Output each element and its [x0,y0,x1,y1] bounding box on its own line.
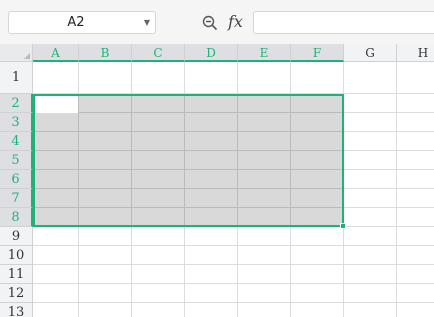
fill-handle[interactable] [340,223,346,229]
column-header-g[interactable]: G [344,44,397,62]
column-header-f[interactable]: F [291,44,344,62]
row-gridline [33,264,434,265]
row-header-2[interactable]: 2 [0,94,33,113]
selection-border [33,94,344,227]
row-header-3[interactable]: 3 [0,113,33,132]
row-header-11[interactable]: 11 [0,265,33,284]
name-box[interactable]: A2 ▼ [8,11,156,34]
column-header-h[interactable]: H [397,44,434,62]
column-header-a[interactable]: A [33,44,79,62]
select-all-icon[interactable] [24,53,30,59]
row-header-4[interactable]: 4 [0,132,33,151]
row-header-13[interactable]: 13 [0,303,33,317]
cell-area[interactable] [33,62,434,317]
formula-input[interactable] [253,11,434,34]
row-header-9[interactable]: 9 [0,227,33,246]
row-header-6[interactable]: 6 [0,170,33,189]
row-gridline [33,245,434,246]
name-box-value[interactable]: A2 [9,12,143,33]
column-header-c[interactable]: C [132,44,185,62]
row-header-7[interactable]: 7 [0,189,33,208]
row-gridline [33,302,434,303]
column-header-b[interactable]: B [79,44,132,62]
row-header-5[interactable]: 5 [0,151,33,170]
chevron-down-icon[interactable]: ▼ [141,12,153,33]
row-gridline [33,283,434,284]
select-all-corner[interactable] [0,44,33,62]
zoom-icon[interactable] [202,15,218,31]
fx-icon[interactable]: fx [228,11,248,33]
spreadsheet-grid: A B C D E F G H 1 2 3 4 5 6 7 8 9 10 11 … [0,44,434,317]
column-gridline [396,62,397,317]
row-header-10[interactable]: 10 [0,246,33,265]
column-header-d[interactable]: D [185,44,238,62]
row-header-1[interactable]: 1 [0,62,33,94]
column-header-e[interactable]: E [238,44,291,62]
row-header-8[interactable]: 8 [0,208,33,227]
formula-bar: A2 ▼ fx [0,0,434,45]
row-header-12[interactable]: 12 [0,284,33,303]
